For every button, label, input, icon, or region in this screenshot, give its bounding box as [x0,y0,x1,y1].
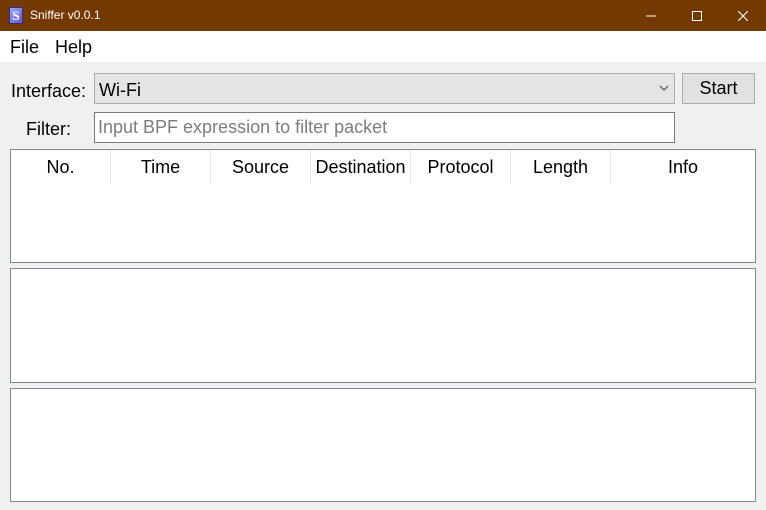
packet-list-table[interactable]: No. Time Source Destination Protocol Len… [10,149,756,263]
interface-select-value: Wi-Fi [99,80,141,100]
filter-label: Filter: [26,119,71,139]
title-bar[interactable]: S Sniffer v0.0.1 [0,0,766,31]
column-header-info[interactable]: Info [611,150,755,184]
maximize-button[interactable] [674,0,720,31]
start-button[interactable]: Start [682,73,755,104]
menu-help[interactable]: Help [55,37,92,57]
column-header-no[interactable]: No. [11,150,111,184]
column-header-time[interactable]: Time [111,150,211,184]
filter-input[interactable] [94,112,675,143]
maximize-icon [692,10,702,21]
column-header-destination[interactable]: Destination [311,150,411,184]
column-header-source[interactable]: Source [211,150,311,184]
close-button[interactable] [720,0,766,31]
chevron-down-icon [659,85,669,91]
packet-detail-pane[interactable] [10,268,756,383]
table-header: No. Time Source Destination Protocol Len… [11,150,755,184]
packet-bytes-pane[interactable] [10,388,756,502]
minimize-button[interactable] [628,0,674,31]
column-header-protocol[interactable]: Protocol [411,150,511,184]
menu-file[interactable]: File [10,37,39,57]
column-header-length[interactable]: Length [511,150,611,184]
interface-label: Interface: [11,81,87,101]
minimize-icon [646,15,656,16]
interface-select[interactable]: Wi-Fi [94,73,675,104]
menu-bar: File Help [0,31,766,62]
window-title: Sniffer v0.0.1 [30,8,101,22]
close-icon [738,10,748,21]
app-icon: S [9,7,23,24]
